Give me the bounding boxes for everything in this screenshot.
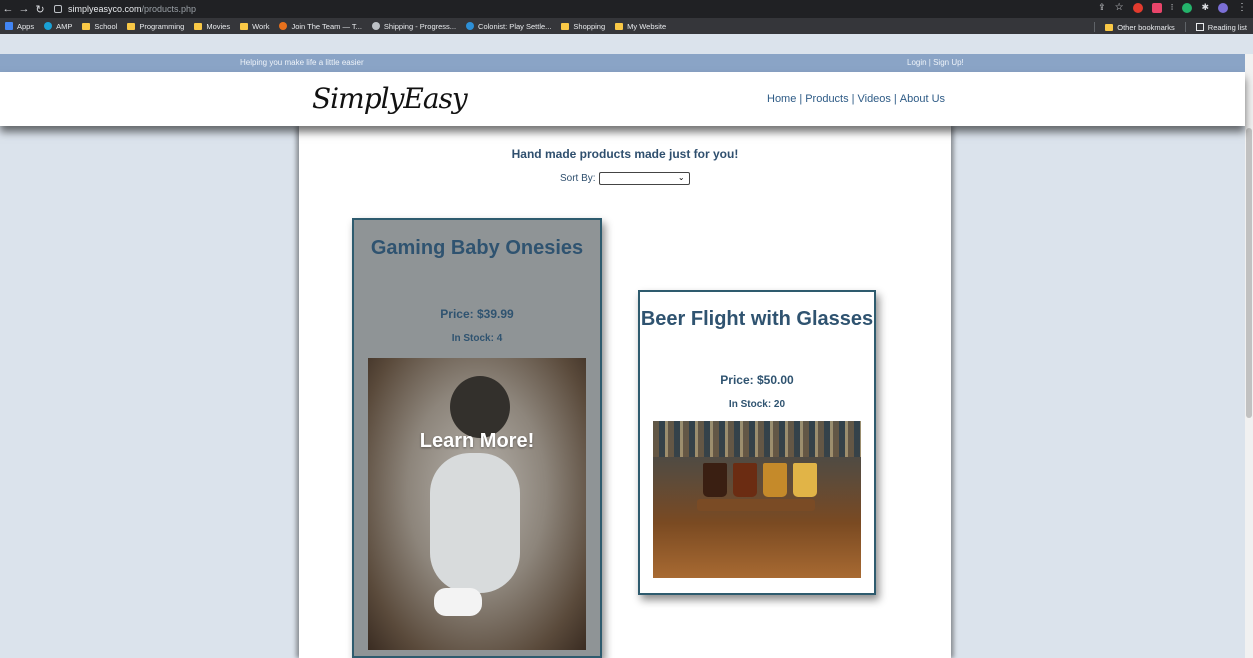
bookmarks-bar: Apps AMP School Programming Movies Work … <box>0 18 1253 34</box>
bookmark-programming[interactable]: Programming <box>127 22 184 31</box>
profile-avatar[interactable] <box>1218 2 1228 13</box>
forward-icon[interactable]: → <box>16 3 32 15</box>
extension-red-icon[interactable] <box>1132 2 1143 13</box>
product-title: Beer Flight with Glasses <box>640 308 874 330</box>
divider <box>1094 22 1096 32</box>
nav-products[interactable]: Products <box>805 93 848 105</box>
product-stock: In Stock: 4 <box>451 333 503 344</box>
learn-more-overlay[interactable]: Learn More! <box>368 430 586 453</box>
reload-icon[interactable]: ↻ <box>32 3 48 16</box>
folder-icon <box>561 22 570 30</box>
reading-list-icon <box>1195 23 1204 31</box>
product-card-beer-flight[interactable]: Beer Flight with Glasses Price: $50.00 I… <box>638 290 876 595</box>
game-controller-shape <box>434 588 482 616</box>
beer-glass-shape <box>793 463 817 497</box>
bookmark-shipping[interactable]: Shipping - Progress... <box>371 22 456 31</box>
product-price: Price: $50.00 <box>720 373 794 387</box>
product-title: Gaming Baby Onesies <box>370 237 584 259</box>
product-image-beer-flight[interactable] <box>653 421 861 578</box>
nav-about-us[interactable]: About Us <box>900 93 945 105</box>
bookmark-work[interactable]: Work <box>240 22 269 31</box>
puzzle-icon[interactable]: ✱ <box>1201 2 1209 13</box>
url-host: simplyeasyco.com <box>68 4 142 14</box>
nav-separator: | <box>893 93 897 105</box>
bookmark-apps[interactable]: Apps <box>5 22 34 31</box>
beer-glass-shape <box>763 463 787 497</box>
nav-separator: | <box>851 93 855 105</box>
nav-videos[interactable]: Videos <box>857 93 890 105</box>
folder-icon <box>1105 23 1114 31</box>
beer-glass-shape <box>733 463 757 497</box>
products-panel: Hand made products made just for you! So… <box>299 126 951 658</box>
scrollbar-thumb[interactable] <box>1246 128 1252 418</box>
globe-icon <box>371 22 380 30</box>
nav-home[interactable]: Home <box>767 93 796 105</box>
bookmark-colonist[interactable]: Colonist: Play Settle... <box>466 22 551 31</box>
extension-pink-icon[interactable] <box>1151 2 1162 13</box>
sort-control: Sort By: ⌄ <box>560 172 690 185</box>
share-icon[interactable]: ⇪ <box>1098 2 1106 13</box>
colonist-icon <box>466 22 475 30</box>
extension-green-icon[interactable] <box>1182 2 1193 13</box>
bookmark-other[interactable]: Other bookmarks <box>1105 22 1175 32</box>
more-menu-icon[interactable]: ⋮ <box>1237 2 1247 13</box>
folder-icon <box>615 22 624 30</box>
beer-glass-shape <box>703 463 727 497</box>
bookmark-school[interactable]: School <box>82 22 117 31</box>
bookmark-join-the-team[interactable]: Join The Team — T... <box>279 22 362 31</box>
divider <box>1184 22 1186 32</box>
site-header: SimplyEasy Home | Products | Videos | Ab… <box>0 72 1245 126</box>
serving-board-shape <box>697 499 815 511</box>
bar-shelf-shape <box>653 421 861 457</box>
bookmark-my-website[interactable]: My Website <box>615 22 666 31</box>
url-path: /products.php <box>141 4 197 14</box>
site-favicon-icon <box>279 22 288 30</box>
main-nav: Home | Products | Videos | About Us <box>767 93 945 105</box>
page-scrollbar[interactable] <box>1245 54 1253 658</box>
product-image-baby[interactable]: Learn More! <box>368 358 586 650</box>
chevron-down-icon: ⌄ <box>677 173 685 182</box>
site-top-strip: Helping you make life a little easier Lo… <box>0 54 1245 72</box>
bookmark-movies[interactable]: Movies <box>194 22 230 31</box>
login-signup-link[interactable]: Login | Sign Up! <box>907 58 964 67</box>
nav-separator: | <box>799 93 803 105</box>
product-card-gaming-baby-onesies[interactable]: Gaming Baby Onesies Price: $39.99 In Sto… <box>352 218 602 658</box>
folder-icon <box>127 22 136 30</box>
browser-toolbar: ← → ↻ simplyeasyco.com/products.php ⇪ ☆ … <box>0 0 1253 18</box>
page-heading: Hand made products made just for you! <box>511 147 739 161</box>
baby-body-shape <box>430 453 520 593</box>
bookmark-amp[interactable]: AMP <box>44 22 72 31</box>
tagline: Helping you make life a little easier <box>240 58 364 67</box>
sort-select[interactable]: ⌄ <box>598 172 690 185</box>
apps-grid-icon <box>5 22 13 30</box>
back-icon[interactable]: ← <box>0 3 16 15</box>
sort-label: Sort By: <box>560 173 596 184</box>
baby-head-shape <box>450 376 510 438</box>
extension-menu-icon[interactable]: ⁝ <box>1171 2 1174 13</box>
reading-list[interactable]: Reading list <box>1195 22 1247 32</box>
product-stock: In Stock: 20 <box>728 399 786 410</box>
lock-icon <box>54 5 62 13</box>
site-logo[interactable]: SimplyEasy <box>312 82 468 115</box>
bookmark-star-icon[interactable]: ☆ <box>1115 2 1124 13</box>
folder-icon <box>82 22 91 30</box>
folder-icon <box>240 22 249 30</box>
address-bar[interactable]: simplyeasyco.com/products.php <box>54 2 196 16</box>
bookmark-shopping[interactable]: Shopping <box>561 22 605 31</box>
product-price: Price: $39.99 <box>440 307 514 321</box>
amp-icon <box>44 22 53 30</box>
folder-icon <box>194 22 203 30</box>
